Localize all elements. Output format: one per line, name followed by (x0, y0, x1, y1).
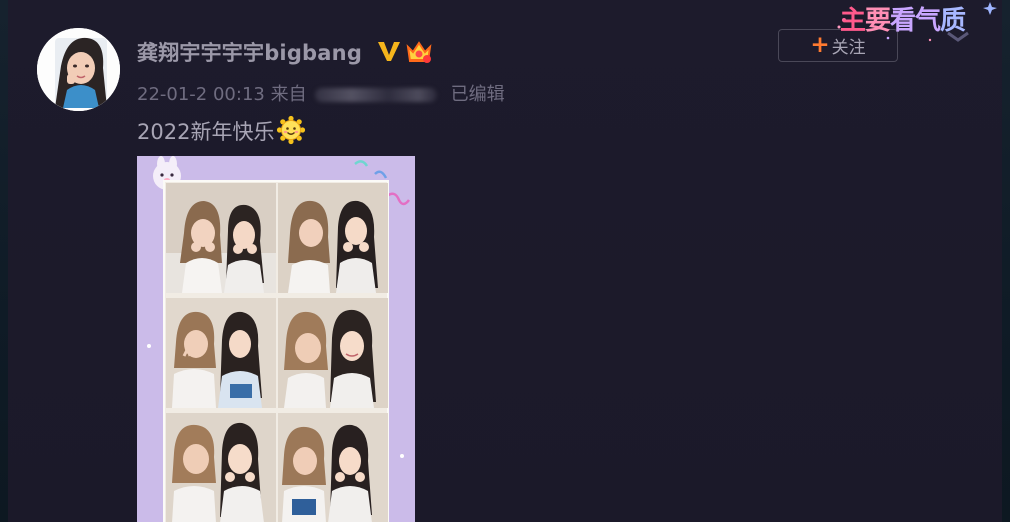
collage-photo-5 (166, 413, 276, 522)
username[interactable]: 龚翔宇宇宇宇bigbang (137, 37, 362, 67)
collage-photo-1 (166, 183, 276, 293)
post-text-content: 2022新年快乐 (137, 120, 275, 144)
post-meta: 22-01-2 00:13 来自 已编辑 (137, 80, 505, 106)
post-timestamp[interactable]: 22-01-2 00:13 (137, 84, 265, 105)
user-avatar[interactable] (37, 28, 120, 111)
collage-photo-4 (278, 298, 388, 408)
collage-photo-3 (166, 298, 276, 408)
post-text: 2022新年快乐 (137, 115, 306, 146)
watermark-text: 主要看气质 (840, 6, 966, 36)
collage-photo-2 (278, 183, 388, 293)
photo-collage (163, 180, 389, 522)
plus-icon: + (810, 32, 830, 58)
edited-label[interactable]: 已编辑 (451, 84, 505, 105)
verified-v-icon (378, 42, 400, 61)
blurred-source (314, 88, 437, 102)
sun-smile-emoji-icon (277, 115, 306, 145)
source-prefix: 来自 (270, 84, 307, 105)
collage-photo-6 (278, 413, 388, 522)
post-photo[interactable] (137, 156, 415, 522)
vip-crown-icon[interactable] (404, 37, 434, 65)
weibo-post-screen: 龚翔宇宇宇宇bigbang 22-01-2 00:13 来自 已编辑 2022新年… (0, 0, 1010, 522)
